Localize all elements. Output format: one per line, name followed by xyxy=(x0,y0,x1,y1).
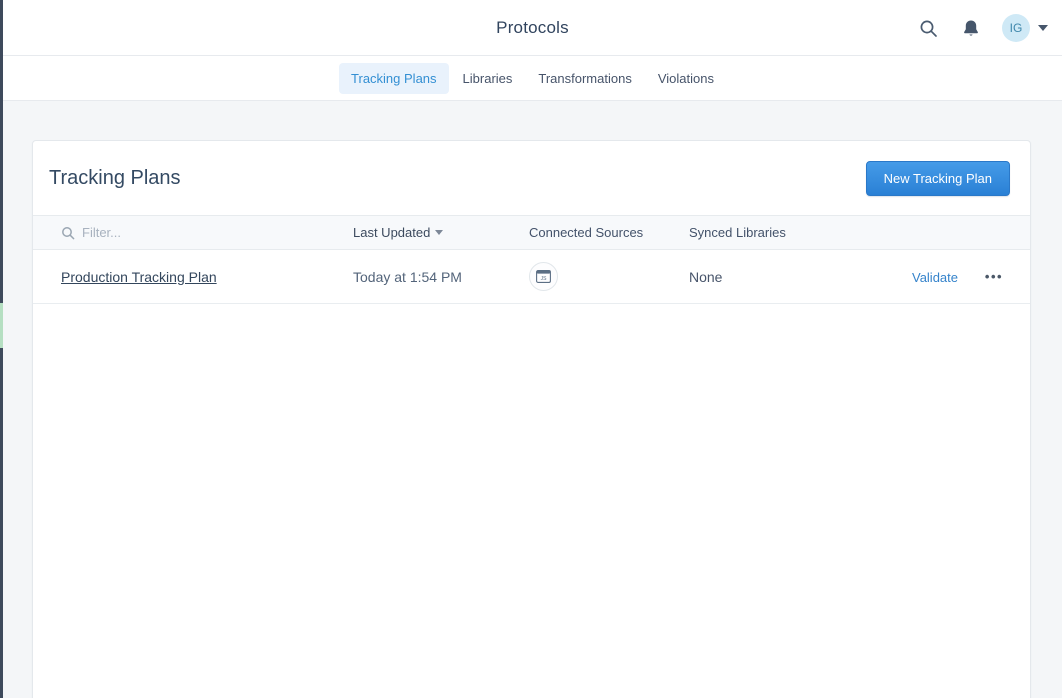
table-header-row: Last Updated Connected Sources Synced Li… xyxy=(33,215,1030,250)
tab-violations[interactable]: Violations xyxy=(646,63,726,94)
filter-field[interactable] xyxy=(61,225,353,240)
svg-text:JS: JS xyxy=(541,276,548,282)
protocols-app: Protocols IG xyxy=(3,0,1062,698)
table-row: Production Tracking Plan Today at 1:54 P… xyxy=(33,250,1030,304)
ellipsis-menu-icon[interactable]: ••• xyxy=(985,270,1003,283)
chevron-down-icon xyxy=(1038,25,1048,31)
avatar[interactable]: IG xyxy=(1002,14,1030,42)
column-header-last-updated[interactable]: Last Updated xyxy=(353,225,529,240)
column-label: Last Updated xyxy=(353,225,430,240)
tracking-plan-link[interactable]: Production Tracking Plan xyxy=(61,269,217,285)
background-sidebar-sliver xyxy=(0,0,3,698)
notifications-button[interactable] xyxy=(960,17,982,40)
sidebar-green-accent xyxy=(0,303,3,348)
row-menu-cell: ••• xyxy=(958,270,1030,283)
validate-cell: Validate xyxy=(878,269,958,285)
page-title: Protocols xyxy=(3,0,1062,56)
connected-sources-cell: JS xyxy=(529,262,689,291)
tab-libraries[interactable]: Libraries xyxy=(451,63,525,94)
tracking-plans-card: Tracking Plans New Tracking Plan xyxy=(32,140,1031,698)
main-tabs: Tracking Plans Libraries Transformations… xyxy=(3,56,1062,101)
filter-search-icon xyxy=(61,226,75,240)
column-header-synced-libraries: Synced Libraries xyxy=(689,225,878,240)
sort-caret-down-icon xyxy=(435,230,443,235)
synced-libraries-cell: None xyxy=(689,269,878,285)
bell-icon xyxy=(962,19,980,38)
tab-tracking-plans[interactable]: Tracking Plans xyxy=(339,63,449,94)
topbar-actions: IG xyxy=(917,0,1048,56)
plan-name-cell: Production Tracking Plan xyxy=(33,269,353,285)
filter-input[interactable] xyxy=(82,225,282,240)
javascript-source-icon[interactable]: JS xyxy=(529,262,558,291)
search-icon xyxy=(919,19,938,38)
card-title: Tracking Plans xyxy=(49,167,181,190)
new-tracking-plan-button[interactable]: New Tracking Plan xyxy=(866,161,1010,196)
card-header: Tracking Plans New Tracking Plan xyxy=(33,141,1030,215)
filter-cell xyxy=(33,225,353,240)
user-menu[interactable]: IG xyxy=(1002,14,1048,42)
main-content: Tracking Plans New Tracking Plan xyxy=(3,101,1062,698)
tab-transformations[interactable]: Transformations xyxy=(526,63,643,94)
column-header-connected-sources: Connected Sources xyxy=(529,225,689,240)
validate-link[interactable]: Validate xyxy=(912,270,958,285)
top-header: Protocols IG xyxy=(3,0,1062,56)
search-button[interactable] xyxy=(917,17,940,40)
last-updated-cell: Today at 1:54 PM xyxy=(353,269,529,285)
